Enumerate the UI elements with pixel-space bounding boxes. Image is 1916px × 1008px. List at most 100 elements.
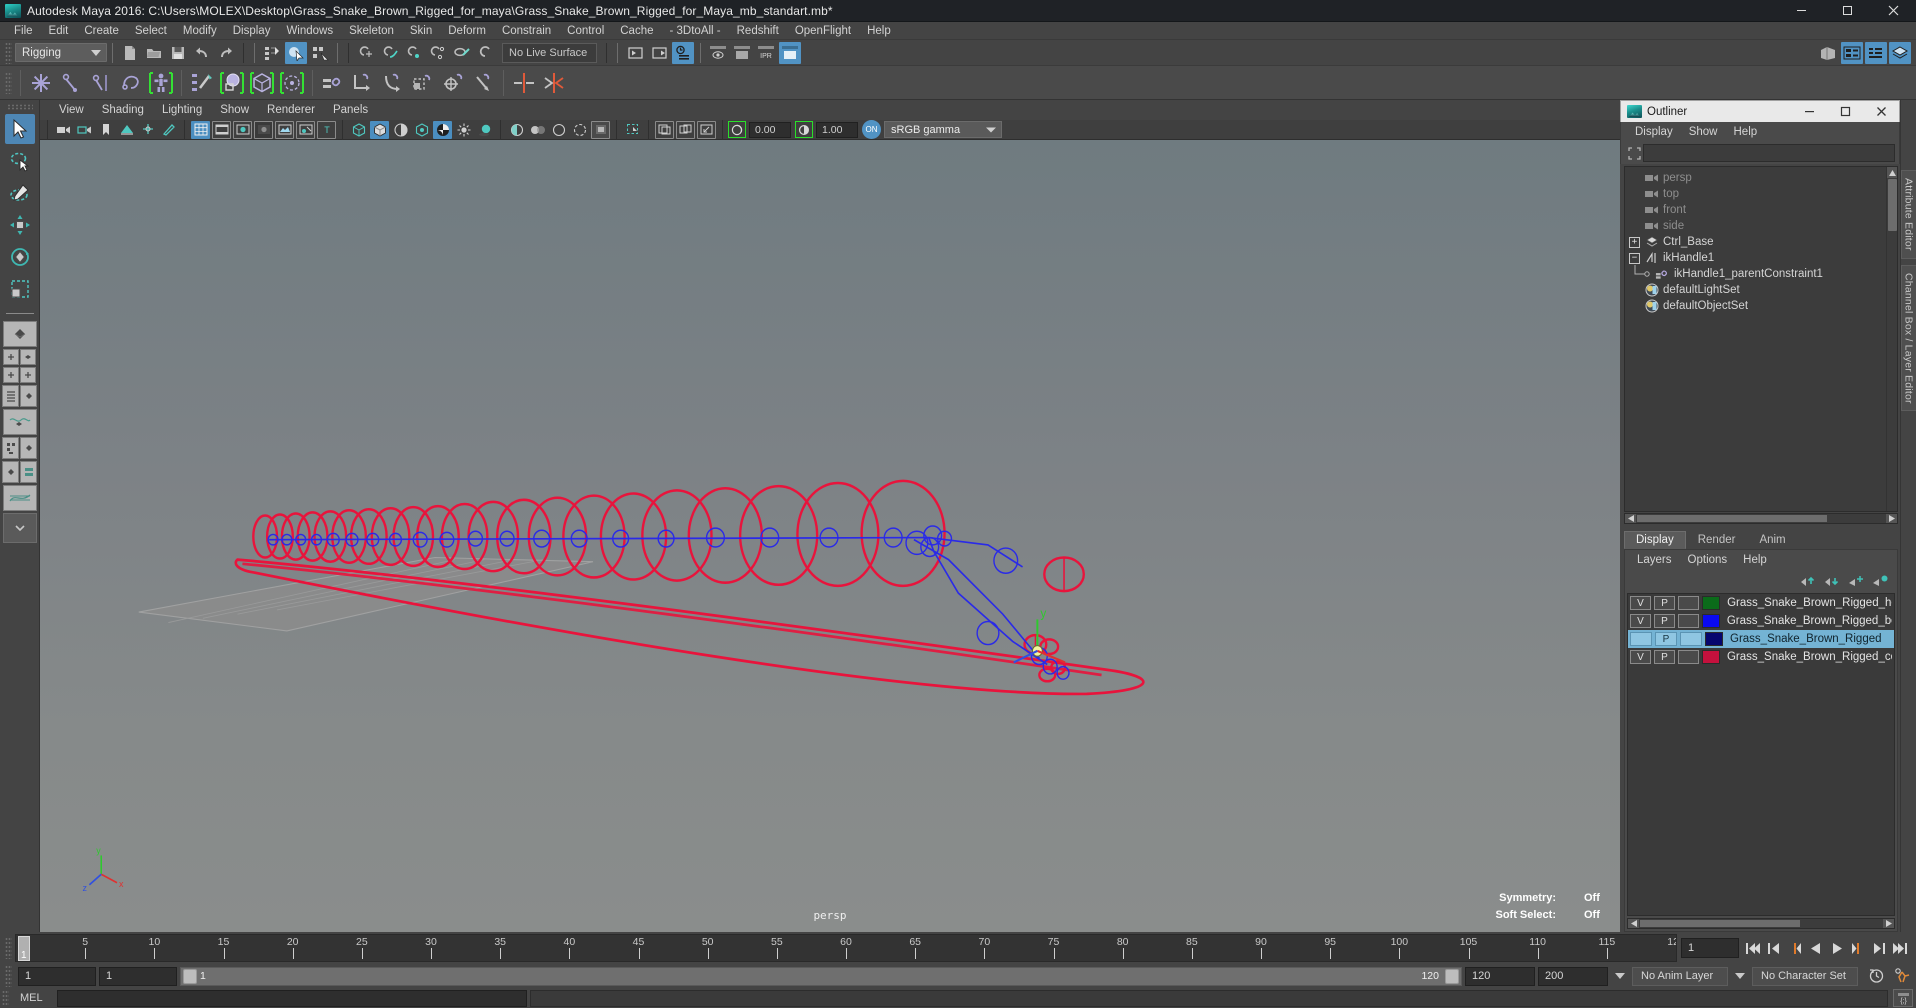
grease-pencil-icon[interactable] [159, 121, 178, 139]
expand-node-button[interactable]: + [1629, 236, 1640, 248]
menu-cache[interactable]: Cache [612, 22, 661, 40]
playback-start-time-field[interactable]: 1 [99, 966, 177, 986]
play-forwards-icon[interactable] [1827, 937, 1847, 959]
gamma-icon[interactable] [795, 121, 813, 138]
layer-visibility-toggle[interactable] [1630, 632, 1652, 646]
display-layer-a-icon[interactable] [655, 120, 674, 139]
menu-create[interactable]: Create [76, 22, 127, 40]
snap-to-projected-center-icon[interactable] [427, 42, 449, 64]
layer-display-type-toggle[interactable] [1677, 650, 1699, 664]
scroll-left-icon[interactable] [1628, 919, 1639, 928]
render-region-icon[interactable] [731, 42, 753, 64]
select-by-component-icon[interactable] [309, 42, 331, 64]
step-forward-frame-icon[interactable] [1848, 937, 1868, 959]
redo-icon[interactable] [215, 42, 237, 64]
viewport-menu-lighting[interactable]: Lighting [153, 100, 211, 120]
tab-display[interactable]: Display [1624, 531, 1686, 549]
layer-visibility-toggle[interactable]: V [1630, 650, 1651, 664]
outliner-maximize-button[interactable] [1827, 101, 1863, 123]
outliner-menu-show[interactable]: Show [1681, 122, 1726, 142]
layer-name[interactable]: Grass_Snake_Brown_Rigged [1726, 633, 1882, 645]
multisample-icon[interactable] [549, 121, 568, 139]
use-default-material-icon[interactable] [412, 121, 431, 139]
aim-constraint-icon[interactable] [439, 69, 467, 97]
layer-name[interactable]: Grass_Snake_Brown_Rigged_hel [1723, 597, 1892, 609]
layer-color-swatch[interactable] [1705, 632, 1723, 646]
menu-redshift[interactable]: Redshift [729, 22, 787, 40]
step-forward-keyframe-icon[interactable] [1869, 937, 1889, 959]
menu-control[interactable]: Control [559, 22, 612, 40]
outliner-menu-display[interactable]: Display [1627, 122, 1681, 142]
layer-menu-layers[interactable]: Layers [1629, 550, 1680, 570]
play-backwards-icon[interactable] [1806, 937, 1826, 959]
single-perspective-view-icon[interactable] [2, 321, 37, 347]
range-slider-gripper[interactable] [5, 965, 12, 987]
character-set-selector[interactable]: No Character Set [1752, 966, 1858, 986]
auto-keyframe-icon[interactable] [1865, 966, 1887, 986]
parent-constraint-icon[interactable] [319, 69, 347, 97]
outliner-item-ikhandle1[interactable]: − ikHandle1 [1625, 250, 1897, 266]
persp-curve-editor-icon[interactable] [2, 485, 37, 511]
viewport-menu-panels[interactable]: Panels [324, 100, 377, 120]
make-live-icon[interactable] [475, 42, 497, 64]
current-frame-field[interactable]: 1 [1681, 938, 1739, 958]
point-constraint-icon[interactable] [349, 69, 377, 97]
show-hide-channel-box-icon[interactable] [1865, 41, 1887, 64]
paint-select-tool[interactable] [5, 178, 35, 208]
shadows-icon[interactable] [475, 121, 494, 139]
menu-edit[interactable]: Edit [41, 22, 77, 40]
open-scene-icon[interactable] [143, 42, 165, 64]
command-input[interactable] [57, 989, 527, 1007]
smooth-shade-all-icon[interactable] [370, 120, 389, 139]
range-slider-right-handle[interactable] [1445, 968, 1459, 984]
hardware-texturing-icon[interactable] [433, 120, 452, 139]
layer-menu-help[interactable]: Help [1735, 550, 1775, 570]
select-by-object-icon[interactable] [285, 41, 307, 64]
menu-constrain[interactable]: Constrain [494, 22, 559, 40]
live-surface-field[interactable]: No Live Surface [502, 42, 597, 63]
text-overlay-icon[interactable]: T [317, 120, 336, 139]
scroll-left-icon[interactable] [1625, 514, 1636, 523]
layer-list[interactable]: V P Grass_Snake_Brown_Rigged_hel V P Gra… [1627, 593, 1895, 916]
shelf-gripper[interactable] [5, 71, 12, 94]
persp-graph-editor-icon[interactable] [2, 409, 37, 435]
screen-space-ao-icon[interactable] [507, 121, 526, 139]
ipr-render-icon[interactable] [707, 42, 729, 64]
2d-pan-zoom-icon[interactable] [138, 121, 157, 139]
create-ik-handle-icon[interactable] [57, 69, 85, 97]
show-hide-layer-editor-icon[interactable] [1889, 41, 1911, 64]
detach-skin-icon[interactable] [278, 69, 306, 97]
outliner-item-persp[interactable]: persp [1625, 170, 1897, 186]
outliner-vertical-scrollbar[interactable] [1886, 167, 1897, 511]
scroll-right-icon[interactable] [1886, 514, 1897, 523]
layer-visibility-toggle[interactable]: V [1630, 596, 1652, 610]
move-layer-up-icon[interactable] [1799, 572, 1817, 590]
layer-row[interactable]: V P Grass_Snake_Brown_Rigged_hel [1628, 594, 1894, 612]
snap-to-view-plane-icon[interactable] [451, 42, 473, 64]
outliner-close-button[interactable] [1863, 101, 1899, 123]
persp-outliner-icon[interactable] [2, 385, 37, 407]
persp-pane-icon-2[interactable] [20, 437, 37, 459]
outliner-minimize-button[interactable] [1791, 101, 1827, 123]
four-view-quadrant-tr[interactable] [20, 349, 36, 365]
selection-brackets-icon[interactable] [1625, 145, 1643, 161]
four-view-icon[interactable] [3, 349, 36, 365]
outliner-horizontal-scrollbar[interactable] [1624, 513, 1898, 524]
menu-3dtoall[interactable]: - 3DtoAll - [662, 22, 729, 40]
color-management-selector[interactable]: sRGB gamma [884, 121, 1002, 138]
four-view-quadrant-br[interactable] [20, 367, 36, 383]
tab-anim[interactable]: Anim [1747, 531, 1798, 549]
time-slider[interactable]: 1 5 10 15 20 25 30 35 40 45 50 55 60 65 70 75 80 85 90 95 1… [15, 934, 1677, 962]
outliner-tree[interactable]: persp top front side + Ctrl_Base − ikHan… [1624, 166, 1898, 512]
anim-layer-selector[interactable]: No Anim Layer [1632, 966, 1728, 986]
four-view-quadrant-tl[interactable] [3, 349, 19, 365]
step-back-keyframe-icon[interactable] [1764, 937, 1784, 959]
layer-row-selected[interactable]: P Grass_Snake_Brown_Rigged [1628, 630, 1894, 648]
select-tool[interactable] [4, 114, 35, 144]
persp-pane-icon[interactable] [20, 385, 37, 407]
close-button[interactable] [1870, 0, 1916, 22]
menu-skin[interactable]: Skin [402, 22, 440, 40]
tab-attribute-editor[interactable]: Attribute Editor [1900, 170, 1916, 259]
minimize-button[interactable] [1778, 0, 1824, 22]
new-scene-icon[interactable] [119, 42, 141, 64]
